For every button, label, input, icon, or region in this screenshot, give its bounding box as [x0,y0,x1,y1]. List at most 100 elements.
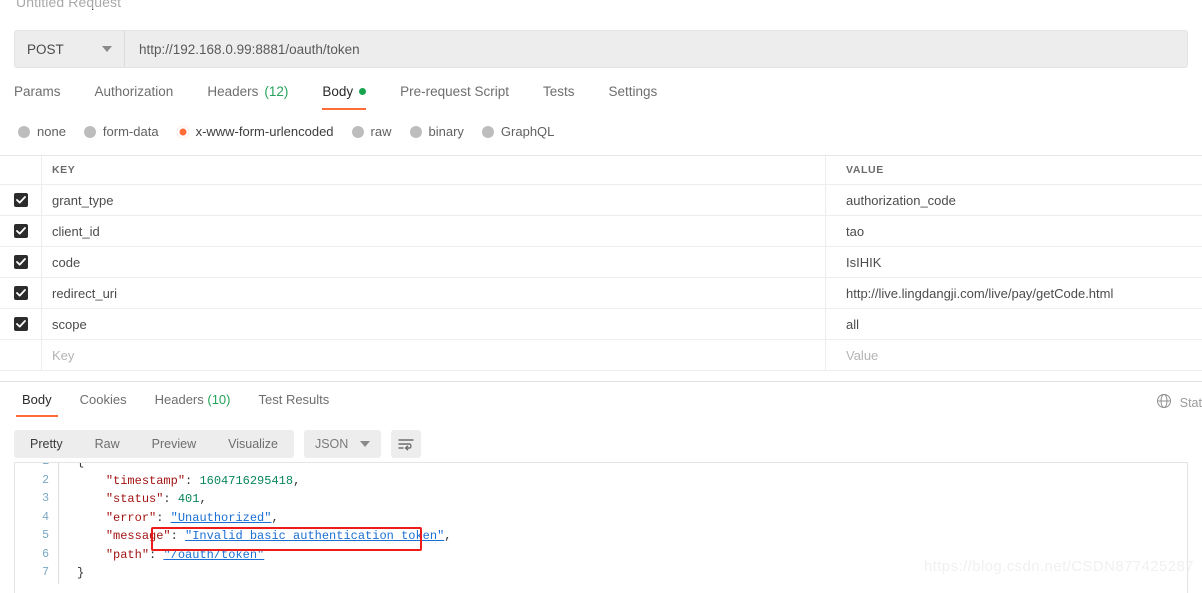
format-selector[interactable]: JSON [303,430,382,458]
token-brace: } [77,566,85,580]
globe-icon[interactable] [1156,393,1172,412]
token-k: "timestamp" [105,473,186,488]
token-p: : [170,529,186,543]
row-key-cell[interactable]: client_id [42,216,826,246]
token-brace: { [77,462,85,469]
row-value-cell[interactable]: authorization_code [826,185,1202,215]
token-p: : [163,492,178,506]
request-tabs: Params Authorization Headers (12) Body Pre-re… [14,84,691,110]
response-tab-label: Test Results [258,392,330,407]
table-row: redirect_uri http://live.lingdangji.com/l… [0,278,1202,309]
watermark: https://blog.csdn.net/CSDN877425287 [923,558,1194,575]
new-value-input[interactable]: Value [826,340,1202,370]
chevron-down-icon [102,46,112,52]
body-type-binary[interactable]: binary [409,124,464,139]
radio-dot-icon [176,125,189,138]
viewer-mode-visualize[interactable]: Visualize [212,430,294,458]
request-tab-tests[interactable]: Tests [543,84,593,110]
response-tabs: Body Cookies Headers (10) Test Results [8,392,343,417]
token-p [77,492,106,506]
url-bar: POST http://192.168.0.99:8881/oauth/toke… [14,30,1188,68]
checkbox-checked-icon[interactable] [13,224,28,238]
request-tab-params[interactable]: Params [14,84,79,110]
format-label: JSON [314,437,349,451]
new-key-input[interactable]: Key [42,340,826,370]
code-line: "message": "Invalid basic authentication… [59,527,1187,546]
row-value-cell[interactable]: all [826,309,1202,339]
token-p: : [185,473,200,488]
viewer-mode-preview[interactable]: Preview [136,430,212,458]
viewer-mode-pretty[interactable]: Pretty [14,430,79,458]
row-value-cell[interactable]: IsIHIK [826,247,1202,277]
response-tab-label: Cookies [79,392,127,407]
response-tab-test-results[interactable]: Test Results [244,392,343,417]
viewer-mode-raw[interactable]: Raw [79,430,136,458]
table-empty-row: Key Value [0,340,1202,371]
response-tab-headers[interactable]: Headers (10) [141,392,245,417]
row-checkbox-cell[interactable] [0,216,42,246]
table-header-row: KEY VALUE [0,156,1202,185]
row-value-cell[interactable]: tao [826,216,1202,246]
code-line: "timestamp": 1604716295418, [59,472,1187,491]
row-key-cell[interactable]: scope [42,309,826,339]
body-type-label: form-data [102,124,159,139]
token-p: : [156,510,171,525]
row-checkbox-cell[interactable] [0,185,42,215]
body-type-label: binary [428,124,464,139]
request-tab-headers[interactable]: Headers (12) [207,84,306,110]
request-tab-pre-request-script[interactable]: Pre-request Script [400,84,527,110]
token-p [77,474,106,488]
token-k: "status" [105,492,164,506]
viewer-mode-group: Pretty Raw Preview Visualize [14,430,294,458]
empty-checkbox-cell[interactable] [0,340,42,370]
checkbox-checked-icon[interactable] [13,193,28,207]
response-header-count: (10) [203,392,231,407]
body-type-raw[interactable]: raw [351,124,392,139]
line-number: 4 [42,510,49,524]
request-tab-label: Headers [207,84,259,99]
body-present-dot [359,88,367,95]
token-k: "path" [105,547,150,562]
table-row: scope all [0,309,1202,340]
body-type-label: GraphQL [500,124,555,139]
checkbox-checked-icon[interactable] [13,317,28,331]
request-tab-label: Pre-request Script [400,84,509,99]
checkbox-checked-icon[interactable] [13,255,28,269]
line-number: 6 [42,547,49,561]
line-number: 2 [42,473,49,487]
top-clip-overlay [0,0,1202,9]
postman-window: Untitled Request POST http://192.168.0.9… [0,0,1202,593]
response-tab-label: Body [22,392,52,407]
body-type-x-www-form-urlencoded[interactable]: x-www-form-urlencoded [176,124,334,139]
token-s: "/oauth/token" [163,547,265,562]
checkbox-checked-icon[interactable] [13,286,28,300]
row-checkbox-cell[interactable] [0,247,42,277]
request-tab-label: Settings [608,84,658,99]
token-p: , [271,510,279,525]
method-selector[interactable]: POST [15,31,125,67]
radio-dot-icon [18,125,30,138]
request-tab-body[interactable]: Body [322,84,384,110]
request-tab-label: Params [14,84,61,99]
word-wrap-button[interactable] [391,430,422,458]
row-key-cell[interactable]: grant_type [42,185,826,215]
body-type-graphql[interactable]: GraphQL [481,124,555,139]
url-input[interactable]: http://192.168.0.99:8881/oauth/token [125,31,1187,67]
token-p: , [444,529,452,543]
row-checkbox-cell[interactable] [0,309,42,339]
response-tab-cookies[interactable]: Cookies [66,392,141,417]
row-value-cell[interactable]: http://live.lingdangji.com/live/pay/getC… [826,278,1202,308]
token-p [77,548,106,562]
response-tab-body[interactable]: Body [8,392,66,417]
token-k: "message" [105,529,171,543]
row-key-cell[interactable]: redirect_uri [42,278,826,308]
body-type-none[interactable]: none [18,124,66,139]
header-key-cell: KEY [42,156,826,184]
body-type-form-data[interactable]: form-data [83,124,159,139]
row-key-cell[interactable]: code [42,247,826,277]
token-n: 401 [177,492,200,506]
row-checkbox-cell[interactable] [0,278,42,308]
body-type-label: x-www-form-urlencoded [195,124,334,139]
request-tab-authorization[interactable]: Authorization [95,84,192,110]
request-tab-settings[interactable]: Settings [608,84,675,110]
